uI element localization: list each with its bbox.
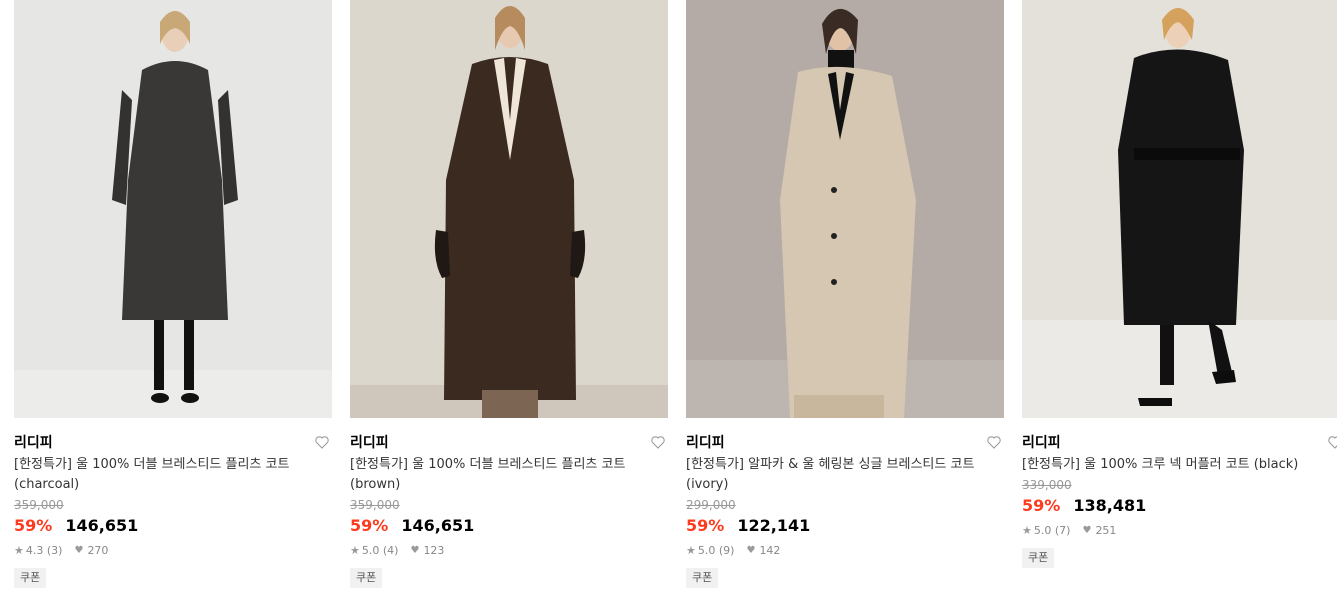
price-row: 59% 122,141: [686, 515, 1004, 537]
product-photo: [686, 0, 1004, 418]
coupon-badge: 쿠폰: [350, 568, 383, 588]
sale-price: 146,651: [401, 516, 475, 535]
price-row: 59% 146,651: [350, 515, 668, 537]
product-name[interactable]: [한정특가] 알파카 & 울 헤링본 싱글 브레스티드 코트 (ivory): [686, 455, 1004, 495]
product-photo: [350, 0, 668, 418]
product-name[interactable]: [한정특가] 울 100% 더블 브레스티드 플리츠 코트 (brown): [350, 455, 668, 495]
sale-price: 122,141: [737, 516, 811, 535]
product-image[interactable]: [686, 0, 1004, 418]
rating-value: 4.3: [25, 544, 44, 557]
original-price: 359,000: [14, 498, 64, 512]
product-card[interactable]: 리디피 [한정특가] 알파카 & 울 헤링본 싱글 브레스티드 코트 (ivor…: [686, 0, 1004, 597]
heart-filled-icon: ♥: [410, 545, 420, 556]
product-image[interactable]: [1022, 0, 1337, 418]
star-icon: ★: [686, 544, 696, 557]
product-name[interactable]: [한정특가] 울 100% 크루 넥 머플러 코트 (black): [1022, 455, 1337, 475]
heart-outline-icon[interactable]: [986, 434, 1002, 450]
brand-name[interactable]: 리디피: [350, 435, 389, 451]
sale-price: 146,651: [65, 516, 139, 535]
review-meta: ★ 4.3 (3) ♥ 270: [14, 544, 332, 558]
brand-name[interactable]: 리디피: [1022, 435, 1061, 451]
discount-rate: 59%: [1022, 496, 1061, 515]
original-price: 359,000: [350, 498, 400, 512]
sale-price: 138,481: [1073, 496, 1147, 515]
price-row: 59% 138,481: [1022, 495, 1337, 517]
review-count: (7): [1054, 524, 1071, 537]
original-price: 339,000: [1022, 478, 1072, 492]
star-icon: ★: [1022, 524, 1032, 537]
brand-name[interactable]: 리디피: [686, 435, 725, 451]
rating-value: 5.0: [697, 544, 716, 557]
product-card[interactable]: 리디피 [한정특가] 울 100% 더블 브레스티드 플리츠 코트 (charc…: [14, 0, 332, 597]
product-name[interactable]: [한정특가] 울 100% 더블 브레스티드 플리츠 코트 (charcoal): [14, 455, 332, 495]
product-photo: [14, 0, 332, 418]
price-row: 59% 146,651: [14, 515, 332, 537]
review-count: (4): [382, 544, 399, 557]
brand-row: 리디피: [1022, 432, 1337, 452]
review-meta: ★ 5.0 (4) ♥ 123: [350, 544, 668, 558]
product-image[interactable]: [350, 0, 668, 418]
discount-rate: 59%: [14, 516, 53, 535]
brand-row: 리디피: [686, 432, 1004, 452]
heart-filled-icon: ♥: [74, 545, 84, 556]
star-icon: ★: [350, 544, 360, 557]
product-photo: [1022, 0, 1337, 418]
product-grid: 리디피 [한정특가] 울 100% 더블 브레스티드 플리츠 코트 (charc…: [0, 0, 1337, 597]
original-price: 299,000: [686, 498, 736, 512]
brand-name[interactable]: 리디피: [14, 435, 53, 451]
discount-rate: 59%: [350, 516, 389, 535]
heart-outline-icon[interactable]: [650, 434, 666, 450]
discount-rate: 59%: [686, 516, 725, 535]
rating-value: 5.0: [361, 544, 380, 557]
like-count: 251: [1095, 524, 1117, 537]
product-image[interactable]: [14, 0, 332, 418]
brand-row: 리디피: [350, 432, 668, 452]
product-card[interactable]: 리디피 [한정특가] 울 100% 크루 넥 머플러 코트 (black) 33…: [1022, 0, 1337, 597]
review-meta: ★ 5.0 (9) ♥ 142: [686, 544, 1004, 558]
coupon-badge: 쿠폰: [1022, 548, 1055, 568]
rating-value: 5.0: [1033, 524, 1052, 537]
coupon-badge: 쿠폰: [686, 568, 719, 588]
heart-outline-icon[interactable]: [1327, 434, 1337, 450]
heart-outline-icon[interactable]: [314, 434, 330, 450]
review-count: (3): [46, 544, 63, 557]
heart-filled-icon: ♥: [1082, 525, 1092, 536]
like-count: 142: [759, 544, 781, 557]
review-count: (9): [718, 544, 735, 557]
review-meta: ★ 5.0 (7) ♥ 251: [1022, 524, 1337, 538]
star-icon: ★: [14, 544, 24, 557]
brand-row: 리디피: [14, 432, 332, 452]
like-count: 270: [87, 544, 109, 557]
coupon-badge: 쿠폰: [14, 568, 47, 588]
like-count: 123: [423, 544, 445, 557]
heart-filled-icon: ♥: [746, 545, 756, 556]
product-card[interactable]: 리디피 [한정특가] 울 100% 더블 브레스티드 플리츠 코트 (brown…: [350, 0, 668, 597]
